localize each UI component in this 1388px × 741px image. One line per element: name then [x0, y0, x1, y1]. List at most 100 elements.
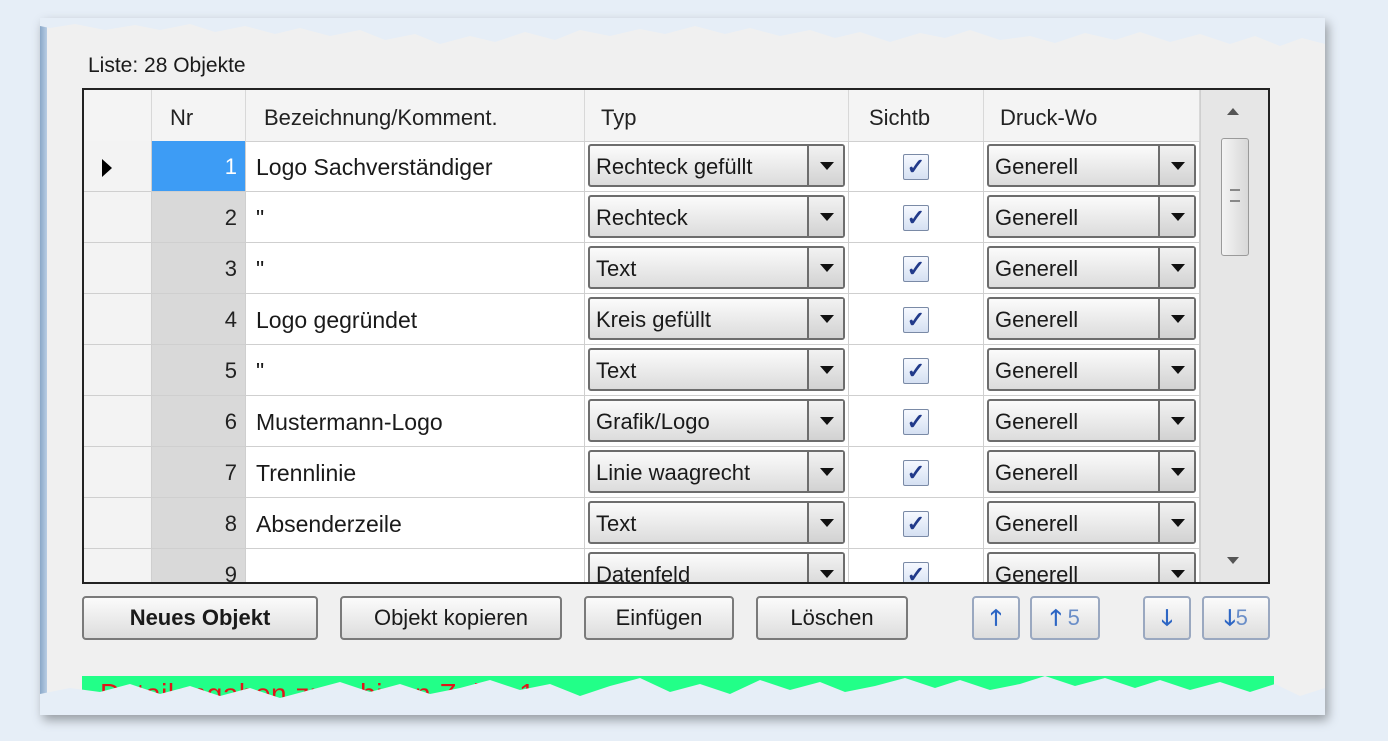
chevron-down-icon[interactable] [1158, 503, 1194, 542]
chevron-down-icon[interactable] [807, 299, 843, 338]
new-object-button[interactable]: Neues Objekt [82, 596, 318, 640]
table-row[interactable]: 4 Logo gegründet Kreis gefüllt ✓ Generell [84, 294, 1200, 345]
cell-nr[interactable]: 1 [152, 141, 246, 192]
scroll-thumb[interactable] [1221, 138, 1249, 256]
row-selector[interactable] [84, 243, 152, 294]
typ-dropdown[interactable]: Rechteck gefüllt [588, 144, 845, 187]
move-down-button[interactable]: 🡓 [1143, 596, 1191, 640]
cell-nr[interactable]: 2 [152, 192, 246, 243]
row-selector[interactable] [84, 192, 152, 243]
chevron-down-icon[interactable] [807, 146, 843, 185]
cell-druck-wo[interactable]: Generell [984, 498, 1200, 549]
cell-druck-wo[interactable]: Generell [984, 243, 1200, 294]
visible-checkbox[interactable]: ✓ [903, 205, 929, 231]
chevron-down-icon[interactable] [1158, 197, 1194, 236]
cell-druck-wo[interactable]: Generell [984, 345, 1200, 396]
chevron-down-icon[interactable] [1158, 452, 1194, 491]
chevron-down-icon[interactable] [1158, 350, 1194, 389]
typ-dropdown[interactable]: Linie waagrecht [588, 450, 845, 493]
cell-typ[interactable]: Rechteck gefüllt [585, 141, 849, 192]
druck-wo-dropdown[interactable]: Generell [987, 450, 1196, 493]
visible-checkbox[interactable]: ✓ [903, 256, 929, 282]
visible-checkbox[interactable]: ✓ [903, 307, 929, 333]
cell-bezeichnung[interactable]: Trennlinie [246, 447, 585, 498]
druck-wo-dropdown[interactable]: Generell [987, 501, 1196, 544]
cell-typ[interactable]: Rechteck [585, 192, 849, 243]
insert-button[interactable]: Einfügen [584, 596, 734, 640]
druck-wo-dropdown[interactable]: Generell [987, 195, 1196, 238]
typ-dropdown[interactable]: Text [588, 246, 845, 289]
table-row[interactable]: 7 Trennlinie Linie waagrecht ✓ Generell [84, 447, 1200, 498]
cell-typ[interactable]: Datenfeld [585, 549, 849, 582]
chevron-down-icon[interactable] [807, 503, 843, 542]
cell-bezeichnung[interactable]: " [246, 192, 585, 243]
chevron-down-icon[interactable] [807, 452, 843, 491]
druck-wo-dropdown[interactable]: Generell [987, 348, 1196, 391]
row-selector[interactable] [84, 141, 152, 192]
typ-dropdown[interactable]: Datenfeld [588, 552, 845, 582]
cell-bezeichnung[interactable]: Absenderzeile [246, 498, 585, 549]
chevron-down-icon[interactable] [1158, 248, 1194, 287]
table-row[interactable]: 6 Mustermann-Logo Grafik/Logo ✓ Generell [84, 396, 1200, 447]
visible-checkbox[interactable]: ✓ [903, 154, 929, 180]
chevron-down-icon[interactable] [1158, 554, 1194, 582]
visible-checkbox[interactable]: ✓ [903, 409, 929, 435]
delete-button[interactable]: Löschen [756, 596, 908, 640]
cell-typ[interactable]: Text [585, 345, 849, 396]
druck-wo-dropdown[interactable]: Generell [987, 399, 1196, 442]
move-up-button[interactable]: 🡑 [972, 596, 1020, 640]
header-typ[interactable]: Typ [585, 90, 849, 141]
cell-typ[interactable]: Grafik/Logo [585, 396, 849, 447]
chevron-down-icon[interactable] [807, 197, 843, 236]
chevron-down-icon[interactable] [807, 554, 843, 582]
cell-druck-wo[interactable]: Generell [984, 192, 1200, 243]
visible-checkbox[interactable]: ✓ [903, 562, 929, 582]
cell-nr[interactable]: 9 [152, 549, 246, 582]
cell-typ[interactable]: Kreis gefüllt [585, 294, 849, 345]
visible-checkbox[interactable]: ✓ [903, 358, 929, 384]
table-row[interactable]: 2 " Rechteck ✓ Generell [84, 192, 1200, 243]
cell-nr[interactable]: 7 [152, 447, 246, 498]
visible-checkbox[interactable]: ✓ [903, 511, 929, 537]
cell-nr[interactable]: 5 [152, 345, 246, 396]
chevron-down-icon[interactable] [807, 350, 843, 389]
cell-bezeichnung[interactable]: Logo gegründet [246, 294, 585, 345]
table-row[interactable]: 5 " Text ✓ Generell [84, 345, 1200, 396]
cell-nr[interactable]: 6 [152, 396, 246, 447]
objects-grid[interactable]: Nr Bezeichnung/Komment. Typ Sichtb Druck… [82, 88, 1270, 584]
typ-dropdown[interactable]: Grafik/Logo [588, 399, 845, 442]
copy-object-button[interactable]: Objekt kopieren [340, 596, 562, 640]
table-row[interactable]: 3 " Text ✓ Generell [84, 243, 1200, 294]
typ-dropdown[interactable]: Text [588, 501, 845, 544]
cell-druck-wo[interactable]: Generell [984, 549, 1200, 582]
table-row[interactable]: 8 Absenderzeile Text ✓ Generell [84, 498, 1200, 549]
move-down-5-button[interactable]: 🡓5 [1202, 596, 1270, 640]
row-selector[interactable] [84, 396, 152, 447]
move-up-5-button[interactable]: 🡑 5 [1030, 596, 1100, 640]
typ-dropdown[interactable]: Kreis gefüllt [588, 297, 845, 340]
druck-wo-dropdown[interactable]: Generell [987, 144, 1196, 187]
scroll-up-icon[interactable] [1227, 108, 1239, 115]
cell-bezeichnung[interactable]: " [246, 243, 585, 294]
druck-wo-dropdown[interactable]: Generell [987, 552, 1196, 582]
chevron-down-icon[interactable] [1158, 401, 1194, 440]
cell-nr[interactable]: 4 [152, 294, 246, 345]
chevron-down-icon[interactable] [807, 401, 843, 440]
cell-nr[interactable]: 3 [152, 243, 246, 294]
druck-wo-dropdown[interactable]: Generell [987, 297, 1196, 340]
row-selector[interactable] [84, 498, 152, 549]
visible-checkbox[interactable]: ✓ [903, 460, 929, 486]
scroll-down-icon[interactable] [1227, 557, 1239, 564]
row-selector[interactable] [84, 549, 152, 582]
cell-bezeichnung[interactable] [246, 549, 585, 582]
cell-nr[interactable]: 8 [152, 498, 246, 549]
header-bezeichnung[interactable]: Bezeichnung/Komment. [246, 90, 585, 141]
cell-druck-wo[interactable]: Generell [984, 141, 1200, 192]
row-selector[interactable] [84, 345, 152, 396]
typ-dropdown[interactable]: Text [588, 348, 845, 391]
header-druck-wo[interactable]: Druck-Wo [984, 90, 1200, 141]
cell-druck-wo[interactable]: Generell [984, 447, 1200, 498]
table-row[interactable]: 9 Datenfeld ✓ Generell [84, 549, 1200, 582]
cell-bezeichnung[interactable]: " [246, 345, 585, 396]
chevron-down-icon[interactable] [807, 248, 843, 287]
